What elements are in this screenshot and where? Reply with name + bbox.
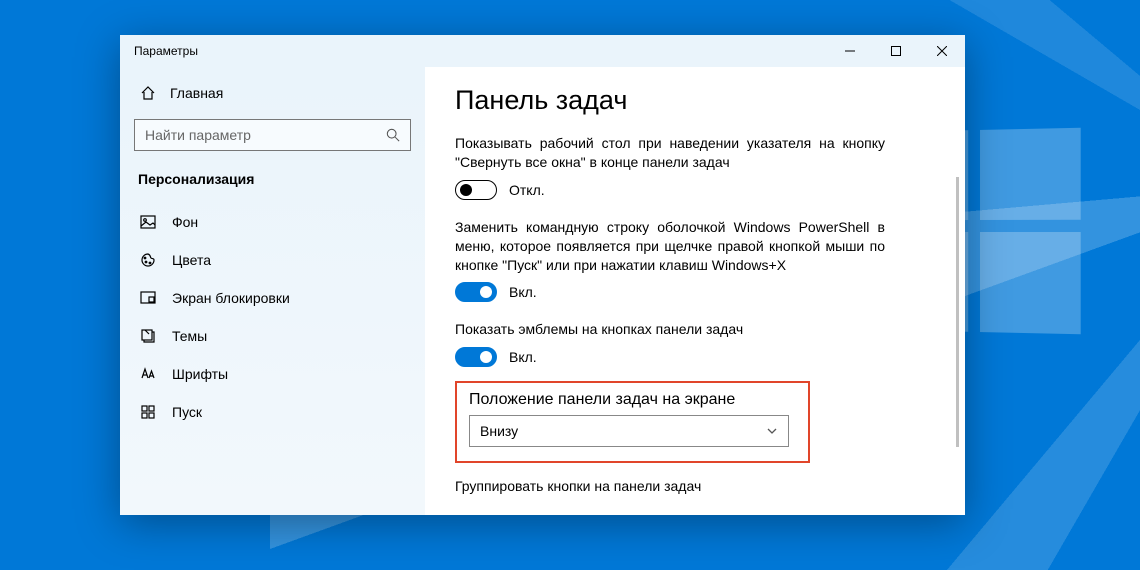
chevron-down-icon	[766, 425, 778, 437]
minimize-icon	[845, 46, 855, 56]
search-icon	[386, 128, 400, 142]
sidebar: Главная Найти параметр Персонализация Фо…	[120, 67, 425, 515]
palette-icon	[140, 252, 156, 268]
taskbar-position-dropdown[interactable]: Внизу	[469, 415, 789, 447]
sidebar-item-label: Фон	[172, 214, 198, 230]
sidebar-item-label: Экран блокировки	[172, 290, 290, 306]
settings-window: Параметры Главная Найти параметр Персона…	[120, 35, 965, 515]
toggle-state-text: Откл.	[509, 182, 545, 198]
scrollbar[interactable]	[956, 177, 959, 447]
toggle-peek-desktop[interactable]	[455, 180, 497, 200]
sidebar-home-link[interactable]: Главная	[134, 77, 411, 109]
sidebar-item-themes[interactable]: Темы	[134, 317, 411, 355]
dropdown-selected-value: Внизу	[480, 423, 518, 439]
fonts-icon	[140, 366, 156, 382]
search-input[interactable]: Найти параметр	[134, 119, 411, 151]
setting-label: Заменить командную строку оболочкой Wind…	[455, 218, 885, 275]
themes-icon	[140, 328, 156, 344]
start-icon	[140, 404, 156, 420]
toggle-show-badges[interactable]	[455, 347, 497, 367]
setting-peek-desktop: Показывать рабочий стол при наведении ук…	[455, 134, 885, 200]
sidebar-item-label: Цвета	[172, 252, 211, 268]
setting-show-badges: Показать эмблемы на кнопках панели задач…	[455, 320, 885, 367]
sidebar-item-label: Пуск	[172, 404, 202, 420]
home-icon	[140, 85, 156, 101]
setting-group-buttons: Группировать кнопки на панели задач	[455, 477, 885, 496]
sidebar-item-start[interactable]: Пуск	[134, 393, 411, 431]
toggle-powershell-replace[interactable]	[455, 282, 497, 302]
setting-label: Показывать рабочий стол при наведении ук…	[455, 134, 885, 172]
sidebar-item-label: Темы	[172, 328, 207, 344]
search-placeholder: Найти параметр	[145, 127, 386, 143]
window-minimize-button[interactable]	[827, 35, 873, 67]
window-maximize-button[interactable]	[873, 35, 919, 67]
toggle-state-text: Вкл.	[509, 349, 537, 365]
lockscreen-icon	[140, 290, 156, 306]
setting-powershell-replace: Заменить командную строку оболочкой Wind…	[455, 218, 885, 303]
sidebar-item-label: Шрифты	[172, 366, 228, 382]
window-title: Параметры	[120, 44, 827, 58]
sidebar-item-colors[interactable]: Цвета	[134, 241, 411, 279]
sidebar-item-fonts[interactable]: Шрифты	[134, 355, 411, 393]
sidebar-item-background[interactable]: Фон	[134, 203, 411, 241]
highlighted-taskbar-position: Положение панели задач на экране Внизу	[455, 381, 810, 463]
window-close-button[interactable]	[919, 35, 965, 67]
maximize-icon	[891, 46, 901, 56]
setting-label: Показать эмблемы на кнопках панели задач	[455, 320, 885, 339]
picture-icon	[140, 214, 156, 230]
setting-label: Группировать кнопки на панели задач	[455, 477, 885, 496]
sidebar-section-title: Персонализация	[134, 165, 411, 203]
setting-label: Положение панели задач на экране	[469, 391, 796, 409]
window-titlebar: Параметры	[120, 35, 965, 67]
content-panel: Панель задач Показывать рабочий стол при…	[425, 67, 965, 515]
close-icon	[937, 46, 947, 56]
sidebar-item-lockscreen[interactable]: Экран блокировки	[134, 279, 411, 317]
page-heading: Панель задач	[455, 85, 935, 116]
sidebar-home-label: Главная	[170, 85, 223, 101]
toggle-state-text: Вкл.	[509, 284, 537, 300]
